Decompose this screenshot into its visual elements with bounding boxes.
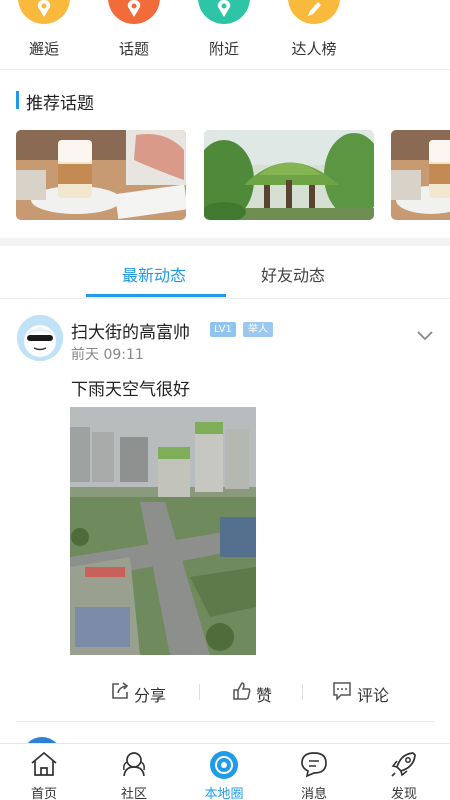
location-topic-icon xyxy=(108,0,160,24)
nav-community[interactable]: 社区 xyxy=(99,744,169,800)
category-nearby[interactable]: 附近 xyxy=(194,0,254,70)
home-icon xyxy=(31,751,57,776)
local-circle-icon xyxy=(210,751,238,779)
bottom-navigation: 首页 社区 本地圈 消息 发现 xyxy=(0,743,450,800)
level-badge: LV1 xyxy=(210,322,236,337)
share-button[interactable]: 分享 xyxy=(110,680,170,705)
location-nearby-icon xyxy=(198,0,250,24)
action-separator xyxy=(199,684,200,700)
pen-ranking-icon xyxy=(288,0,340,24)
section-divider xyxy=(0,238,450,246)
location-heart-icon xyxy=(18,0,70,24)
message-icon xyxy=(301,752,327,778)
nav-messages[interactable]: 消息 xyxy=(279,744,349,800)
rocket-icon xyxy=(391,752,416,777)
community-icon xyxy=(123,752,145,777)
nav-label: 消息 xyxy=(300,787,327,800)
comment-icon xyxy=(333,682,351,701)
chevron-down-icon[interactable] xyxy=(417,326,433,345)
coffee-image xyxy=(16,130,186,220)
post-photo[interactable] xyxy=(70,407,256,655)
nav-local-circle[interactable]: 本地圈 xyxy=(189,744,259,800)
section-accent-bar xyxy=(16,91,19,109)
post-text: 下雨天空气很好 xyxy=(71,380,190,400)
category-label: 邂逅 xyxy=(28,40,59,58)
share-icon xyxy=(112,682,129,699)
garden-image xyxy=(204,130,374,220)
category-label: 话题 xyxy=(118,40,149,58)
thumbs-up-icon xyxy=(233,682,251,700)
nav-label: 本地圈 xyxy=(204,787,244,800)
post-divider xyxy=(16,721,434,722)
action-separator xyxy=(302,684,303,700)
share-label: 分享 xyxy=(134,686,167,705)
coffee-image xyxy=(391,130,450,220)
role-badge: 举人 xyxy=(243,322,273,337)
comment-label: 评论 xyxy=(357,686,390,705)
tab-latest-activity[interactable]: 最新动态 xyxy=(122,262,186,286)
nav-label: 社区 xyxy=(120,787,147,800)
category-ranking[interactable]: 达人榜 xyxy=(284,0,344,70)
active-tab-indicator xyxy=(86,294,226,297)
category-encounter[interactable]: 邂逅 xyxy=(14,0,74,70)
like-button[interactable]: 赞 xyxy=(232,680,276,705)
nav-discover[interactable]: 发现 xyxy=(369,744,439,800)
topic-card-coffee[interactable] xyxy=(16,130,186,220)
nav-label: 发现 xyxy=(390,787,417,800)
post-time: 前天 09:11 xyxy=(71,347,144,363)
nav-label: 首页 xyxy=(30,787,57,800)
nav-home[interactable]: 首页 xyxy=(9,744,79,800)
like-label: 赞 xyxy=(256,686,273,705)
topic-card-garden[interactable] xyxy=(204,130,374,220)
category-icon-row: 邂逅 话题 附近 达人榜 xyxy=(0,0,450,70)
user-avatar-icon xyxy=(17,315,63,361)
category-topic[interactable]: 话题 xyxy=(104,0,164,70)
category-label: 附近 xyxy=(208,40,239,58)
tab-friends-activity[interactable]: 好友动态 xyxy=(261,262,325,286)
post-username[interactable]: 扫大街的高富帅 xyxy=(71,318,190,343)
comment-button[interactable]: 评论 xyxy=(332,680,392,705)
category-label: 达人榜 xyxy=(291,40,337,58)
avatar[interactable] xyxy=(17,315,63,361)
recommended-topics-title: 推荐话题 xyxy=(26,94,94,114)
tab-bar-divider xyxy=(0,298,450,299)
topic-card-coffee-2[interactable] xyxy=(391,130,450,220)
city-crossroad-image xyxy=(70,407,256,655)
